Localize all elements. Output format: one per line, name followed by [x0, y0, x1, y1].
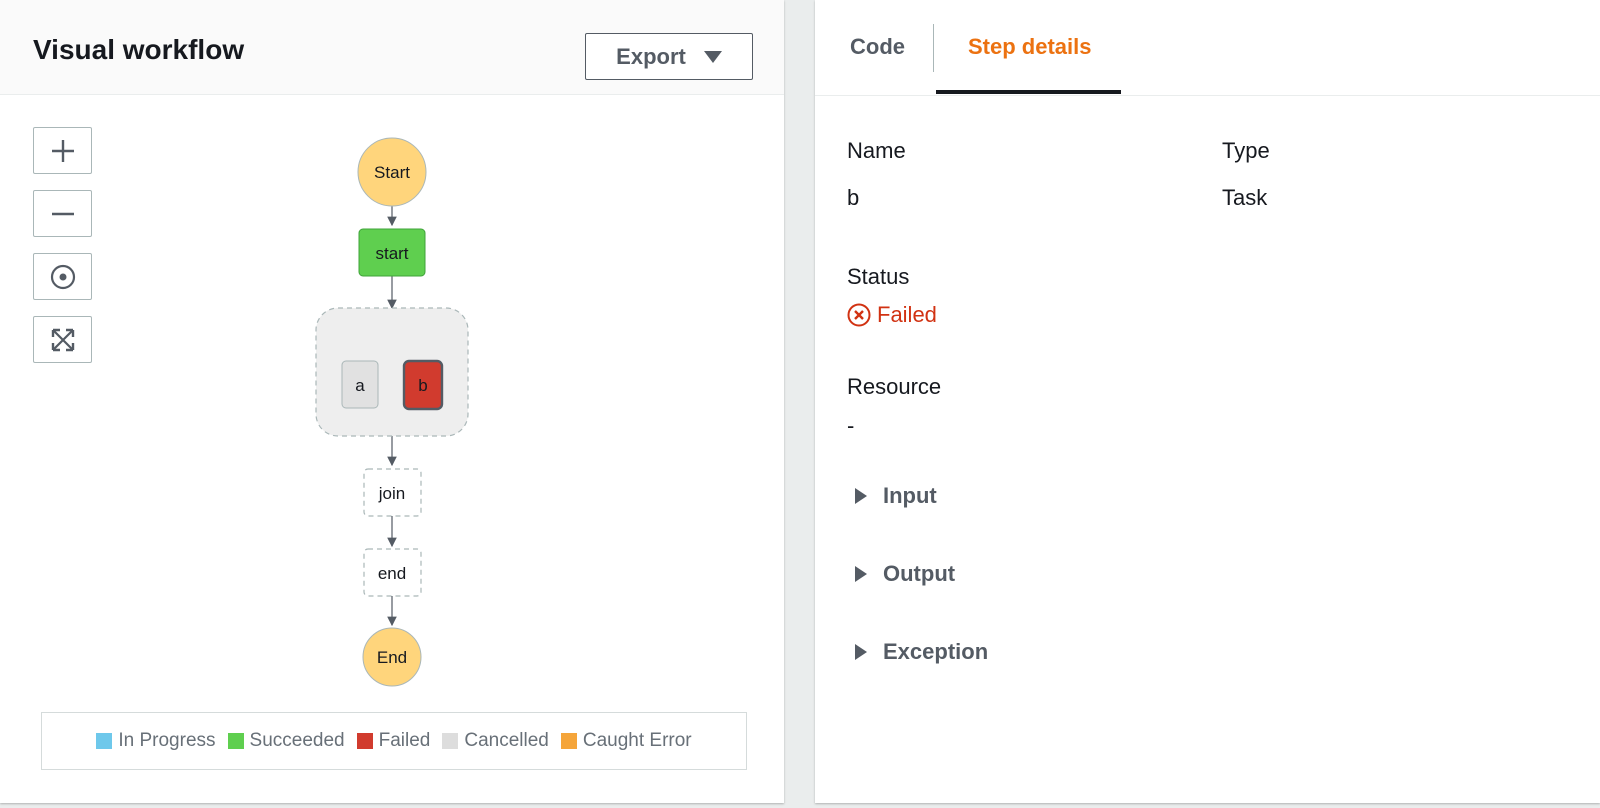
legend-swatch — [96, 733, 113, 749]
legend-item-cancelled: Cancelled — [442, 730, 549, 752]
branch-a-node[interactable]: a — [341, 360, 379, 409]
type-value: Task — [1222, 185, 1268, 210]
legend-label: Failed — [378, 730, 431, 751]
panel-title: Visual workflow — [33, 34, 245, 65]
exception-section-label: Exception — [883, 639, 989, 664]
legend-label: Succeeded — [249, 730, 345, 751]
legend-swatch — [442, 733, 459, 749]
legend-item-caught-error: Caught Error — [560, 730, 692, 752]
branch-a-label: a — [355, 376, 365, 395]
name-label: Name — [847, 138, 906, 163]
status-legend: In Progress Succeeded Failed Cancelled C… — [41, 712, 747, 770]
caret-right-icon — [855, 566, 867, 582]
name-value: b — [847, 185, 860, 210]
legend-item-succeeded: Succeeded — [227, 730, 345, 752]
type-label: Type — [1222, 138, 1270, 163]
caret-right-icon — [855, 644, 867, 660]
legend-swatch — [560, 733, 577, 749]
end-task-node[interactable]: end — [363, 548, 422, 597]
tab-divider — [933, 24, 934, 72]
export-label: Export — [616, 43, 686, 69]
input-section-toggle[interactable]: Input — [855, 483, 937, 509]
input-section-label: Input — [883, 483, 937, 508]
output-section-toggle[interactable]: Output — [855, 561, 955, 587]
status-value: Failed — [847, 302, 937, 328]
tab-code[interactable]: Code — [850, 34, 905, 60]
tab-step-details[interactable]: Step details — [968, 34, 1091, 60]
panel-header: Visual workflow Export — [0, 0, 784, 95]
parallel-state-container — [315, 307, 469, 437]
join-label: join — [378, 484, 405, 503]
legend-label: Cancelled — [464, 730, 549, 751]
caret-right-icon — [855, 488, 867, 504]
join-node[interactable]: join — [363, 468, 422, 517]
resource-label: Resource — [847, 374, 942, 399]
export-button[interactable]: Export — [585, 33, 753, 80]
legend-swatch — [356, 733, 373, 749]
start-state-node[interactable]: Start — [357, 137, 427, 207]
workflow-graph: Start start a b join end End — [315, 137, 469, 687]
legend-label: Caught Error — [582, 730, 692, 751]
start-task-label: start — [375, 244, 408, 263]
start-state-label: Start — [374, 163, 410, 182]
status-label: Status — [847, 264, 910, 289]
output-section-label: Output — [883, 561, 956, 586]
step-details-panel: Code Step details Name b Type Task Statu… — [815, 0, 1600, 803]
branch-b-node[interactable]: b — [402, 359, 444, 411]
tab-bar: Code Step details — [815, 0, 1600, 96]
end-task-label: end — [378, 564, 406, 583]
legend-item-failed: Failed — [356, 730, 431, 752]
end-state-label: End — [377, 648, 407, 667]
visual-workflow-panel: Visual workflow Export Start start a b j… — [0, 0, 784, 803]
exception-section-toggle[interactable]: Exception — [855, 639, 988, 665]
legend-label: In Progress — [118, 730, 216, 751]
caret-down-icon — [703, 50, 722, 63]
status-text: Failed — [877, 302, 937, 327]
legend-swatch — [227, 733, 244, 749]
error-circle-icon — [847, 303, 871, 327]
end-state-node[interactable]: End — [362, 627, 422, 687]
active-tab-indicator — [936, 90, 1121, 94]
start-task-node[interactable]: start — [358, 228, 426, 277]
legend-item-in-progress: In Progress — [96, 730, 216, 752]
branch-b-label: b — [418, 376, 427, 395]
resource-value: - — [847, 413, 855, 438]
